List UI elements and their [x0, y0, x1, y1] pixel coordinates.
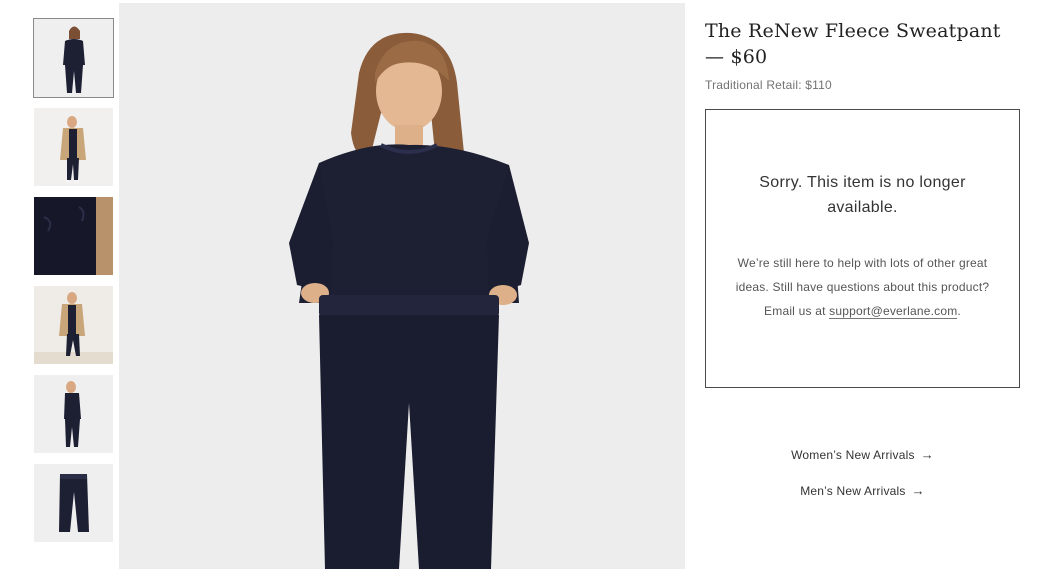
- support-email-link[interactable]: support@everlane.com: [829, 304, 958, 319]
- thumbnail-flat-lay[interactable]: [34, 464, 113, 542]
- arrow-right-icon: →: [920, 447, 934, 462]
- message-line-3-prefix: Email us at: [764, 304, 826, 318]
- thumbnail-with-coat[interactable]: [34, 108, 113, 186]
- unavailable-headline-line-1: Sorry. This item is no longer: [759, 174, 966, 191]
- message-line-3-suffix: .: [957, 304, 961, 318]
- product-title: The ReNew Fleece Sweatpant — $60: [705, 18, 1020, 70]
- thumbnail-front-full[interactable]: [33, 18, 114, 98]
- product-price: — $60: [705, 46, 768, 68]
- hero-image[interactable]: [119, 3, 685, 569]
- thumbnail-fabric-closeup[interactable]: [34, 197, 113, 275]
- new-arrivals-links: Women’s New Arrivals → Men’s New Arrivals…: [705, 446, 1020, 518]
- womens-new-arrivals-label: Women’s New Arrivals: [791, 448, 915, 462]
- unavailable-notice: Sorry. This item is no longer available.…: [705, 109, 1020, 388]
- mens-new-arrivals-label: Men’s New Arrivals: [800, 484, 906, 498]
- message-line-1: We’re still here to help with lots of ot…: [737, 256, 988, 270]
- unavailable-headline-line-2: available.: [827, 199, 898, 216]
- message-line-2: ideas. Still have questions about this p…: [735, 280, 990, 294]
- product-name: The ReNew Fleece Sweatpant: [705, 20, 1001, 42]
- thumbnail-side-view[interactable]: [34, 375, 113, 453]
- thumbnail-walking[interactable]: [34, 286, 113, 364]
- product-details: The ReNew Fleece Sweatpant — $60 Traditi…: [705, 18, 1020, 92]
- unavailable-message: We’re still here to help with lots of ot…: [724, 251, 1001, 323]
- arrow-right-icon: →: [911, 483, 925, 498]
- mens-new-arrivals-link[interactable]: Men’s New Arrivals →: [705, 482, 1020, 518]
- traditional-retail-price: Traditional Retail: $110: [705, 78, 832, 92]
- unavailable-headline: Sorry. This item is no longer available.: [726, 170, 999, 220]
- womens-new-arrivals-link[interactable]: Women’s New Arrivals →: [705, 446, 1020, 482]
